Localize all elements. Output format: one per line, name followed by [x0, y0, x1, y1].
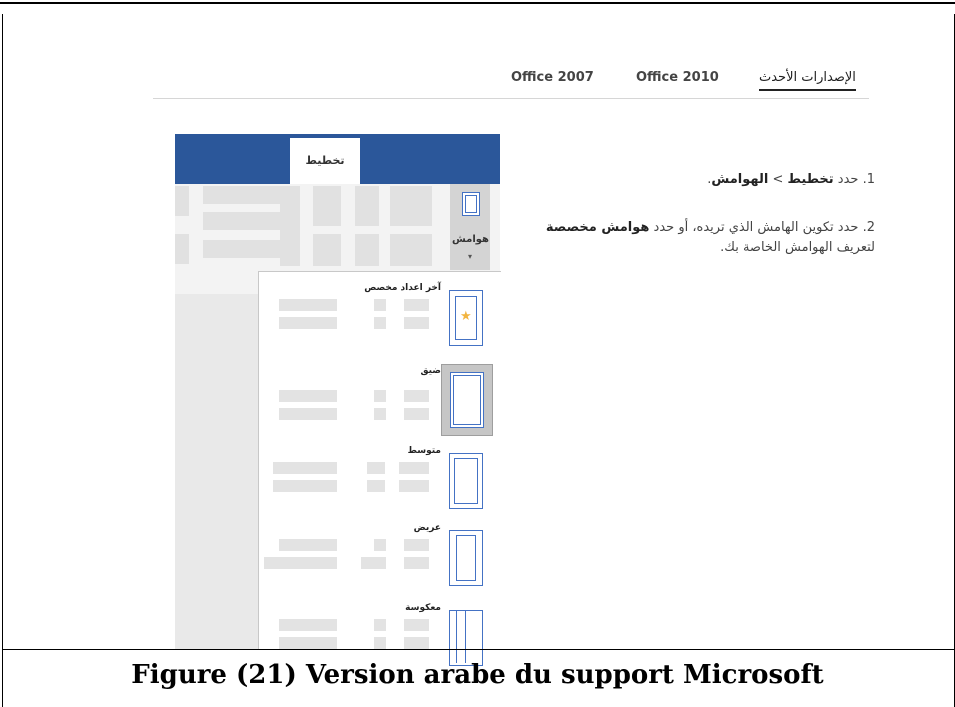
- tab-office-2007[interactable]: Office 2007: [511, 70, 594, 85]
- margin-option-custom[interactable]: آخر اعداد مخصص ★: [259, 277, 501, 367]
- figure-caption: Figure (21) Version arabe du support Mic…: [131, 660, 824, 690]
- document-area: [175, 294, 258, 649]
- figure-frame: Office 2007 Office 2010 الإصدارات الأحدث…: [0, 0, 955, 707]
- word-ribbon-screenshot: تخطيط هوامش ▾ آخر اعداد مخصص ★ ضيق متوسط…: [175, 134, 501, 666]
- margins-icon: [462, 192, 480, 216]
- tab-layout[interactable]: تخطيط: [290, 138, 360, 184]
- margins-dropdown: آخر اعداد مخصص ★ ضيق متوسط عريض معكوسة: [258, 271, 501, 666]
- margin-option-wide[interactable]: عريض: [259, 517, 501, 607]
- tab-latest-versions[interactable]: الإصدارات الأحدث: [759, 70, 856, 91]
- margin-option-narrow[interactable]: ضيق: [259, 360, 501, 450]
- left-border: [2, 14, 3, 707]
- narrow-margins-icon: [441, 364, 493, 436]
- moderate-margins-icon: [449, 453, 483, 509]
- custom-margins-icon: ★: [449, 290, 483, 346]
- chevron-down-icon: ▾: [467, 252, 472, 261]
- margins-button[interactable]: هوامش ▾: [450, 184, 490, 270]
- instructions: 1. حدد تخطيط > الهوامش. 2. حدد تكوين اله…: [535, 170, 875, 286]
- mirrored-margins-icon: [449, 610, 483, 666]
- step-2: 2. حدد تكوين الهامش الذي تريده، أو حدد ه…: [545, 220, 875, 255]
- wide-margins-icon: [449, 530, 483, 586]
- ribbon-tab-bar: تخطيط: [175, 134, 500, 184]
- margins-label: هوامش: [452, 234, 489, 245]
- tab-office-2010[interactable]: Office 2010: [636, 70, 719, 85]
- caption-divider: [2, 649, 955, 650]
- version-tabs: Office 2007 Office 2010 الإصدارات الأحدث: [153, 70, 869, 99]
- top-rule: [0, 2, 955, 4]
- step-1: 1. حدد تخطيط > الهوامش.: [707, 172, 875, 187]
